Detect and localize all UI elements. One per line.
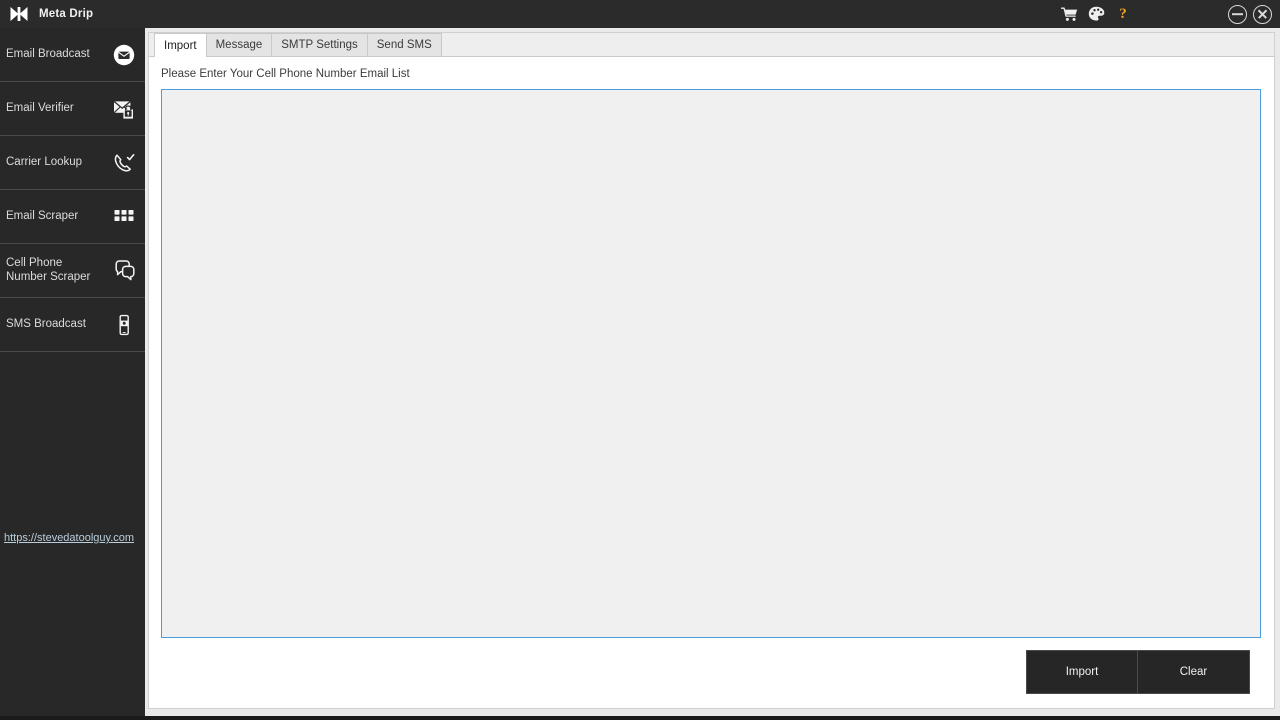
close-button[interactable] bbox=[1253, 4, 1272, 24]
sidebar: Email Broadcast Email Verifier Carrier L… bbox=[0, 28, 145, 716]
sidebar-item-cell-phone-number-scraper[interactable]: Cell Phone Number Scraper bbox=[0, 244, 145, 298]
app-brand: Meta Drip bbox=[9, 5, 93, 23]
help-question-glyph: ? bbox=[1119, 5, 1127, 22]
window-controls bbox=[1228, 4, 1280, 24]
sidebar-nav: Email Broadcast Email Verifier Carrier L… bbox=[0, 28, 145, 352]
import-button[interactable]: Import bbox=[1026, 650, 1138, 694]
cart-icon[interactable] bbox=[1060, 5, 1078, 23]
sidebar-item-email-scraper[interactable]: Email Scraper bbox=[0, 190, 145, 244]
app-title: Meta Drip bbox=[39, 8, 94, 20]
bowtie-logo-icon bbox=[9, 5, 29, 23]
sidebar-item-email-verifier[interactable]: Email Verifier bbox=[0, 82, 145, 136]
title-bar: Meta Drip ? bbox=[0, 0, 1280, 28]
import-tab-panel: Please Enter Your Cell Phone Number Emai… bbox=[149, 57, 1274, 708]
tab-smtp-settings[interactable]: SMTP Settings bbox=[271, 33, 368, 56]
envelope-lock-icon bbox=[112, 97, 136, 121]
tab-bar: Import Message SMTP Settings Send SMS bbox=[149, 33, 1274, 57]
phone-number-list-input[interactable] bbox=[161, 89, 1261, 638]
clear-button[interactable]: Clear bbox=[1138, 650, 1250, 694]
sidebar-item-label: Email Scraper bbox=[6, 209, 79, 222]
website-link[interactable]: https://stevedatoolguy.com bbox=[4, 532, 134, 544]
sidebar-item-label: Carrier Lookup bbox=[6, 155, 83, 168]
help-icon[interactable]: ? bbox=[1114, 5, 1132, 23]
minimize-button[interactable] bbox=[1228, 4, 1247, 24]
sidebar-item-label: Cell Phone Number Scraper bbox=[6, 257, 91, 283]
application-window: Meta Drip ? Email Broadcast Email Verifi… bbox=[0, 0, 1280, 720]
sidebar-item-label: Email Broadcast bbox=[6, 47, 90, 60]
tab-send-sms[interactable]: Send SMS bbox=[366, 33, 442, 56]
content-panel: Import Message SMTP Settings Send SMS Pl… bbox=[148, 32, 1275, 709]
window-body: Email Broadcast Email Verifier Carrier L… bbox=[0, 28, 1280, 716]
sidebar-item-sms-broadcast[interactable]: SMS Broadcast bbox=[0, 298, 145, 352]
palette-icon[interactable] bbox=[1087, 5, 1105, 23]
sidebar-item-carrier-lookup[interactable]: Carrier Lookup bbox=[0, 136, 145, 190]
chat-bubbles-icon bbox=[112, 259, 136, 283]
phone-list-label: Please Enter Your Cell Phone Number Emai… bbox=[161, 68, 410, 80]
mobile-phone-icon bbox=[112, 313, 136, 337]
sidebar-item-label: Email Verifier bbox=[6, 101, 74, 114]
main-content-area: Import Message SMTP Settings Send SMS Pl… bbox=[145, 28, 1280, 716]
sidebar-item-email-broadcast[interactable]: Email Broadcast bbox=[0, 28, 145, 82]
grid-squares-icon bbox=[112, 205, 136, 229]
envelope-circle-icon bbox=[112, 43, 136, 67]
titlebar-icon-group: ? bbox=[1060, 5, 1132, 23]
action-button-row: Import Clear bbox=[161, 650, 1261, 694]
tab-message[interactable]: Message bbox=[205, 33, 273, 56]
sidebar-item-label: SMS Broadcast bbox=[6, 317, 86, 330]
phone-check-icon bbox=[112, 151, 136, 175]
tab-import[interactable]: Import bbox=[154, 33, 207, 57]
window-bottom-frame bbox=[0, 716, 1280, 720]
